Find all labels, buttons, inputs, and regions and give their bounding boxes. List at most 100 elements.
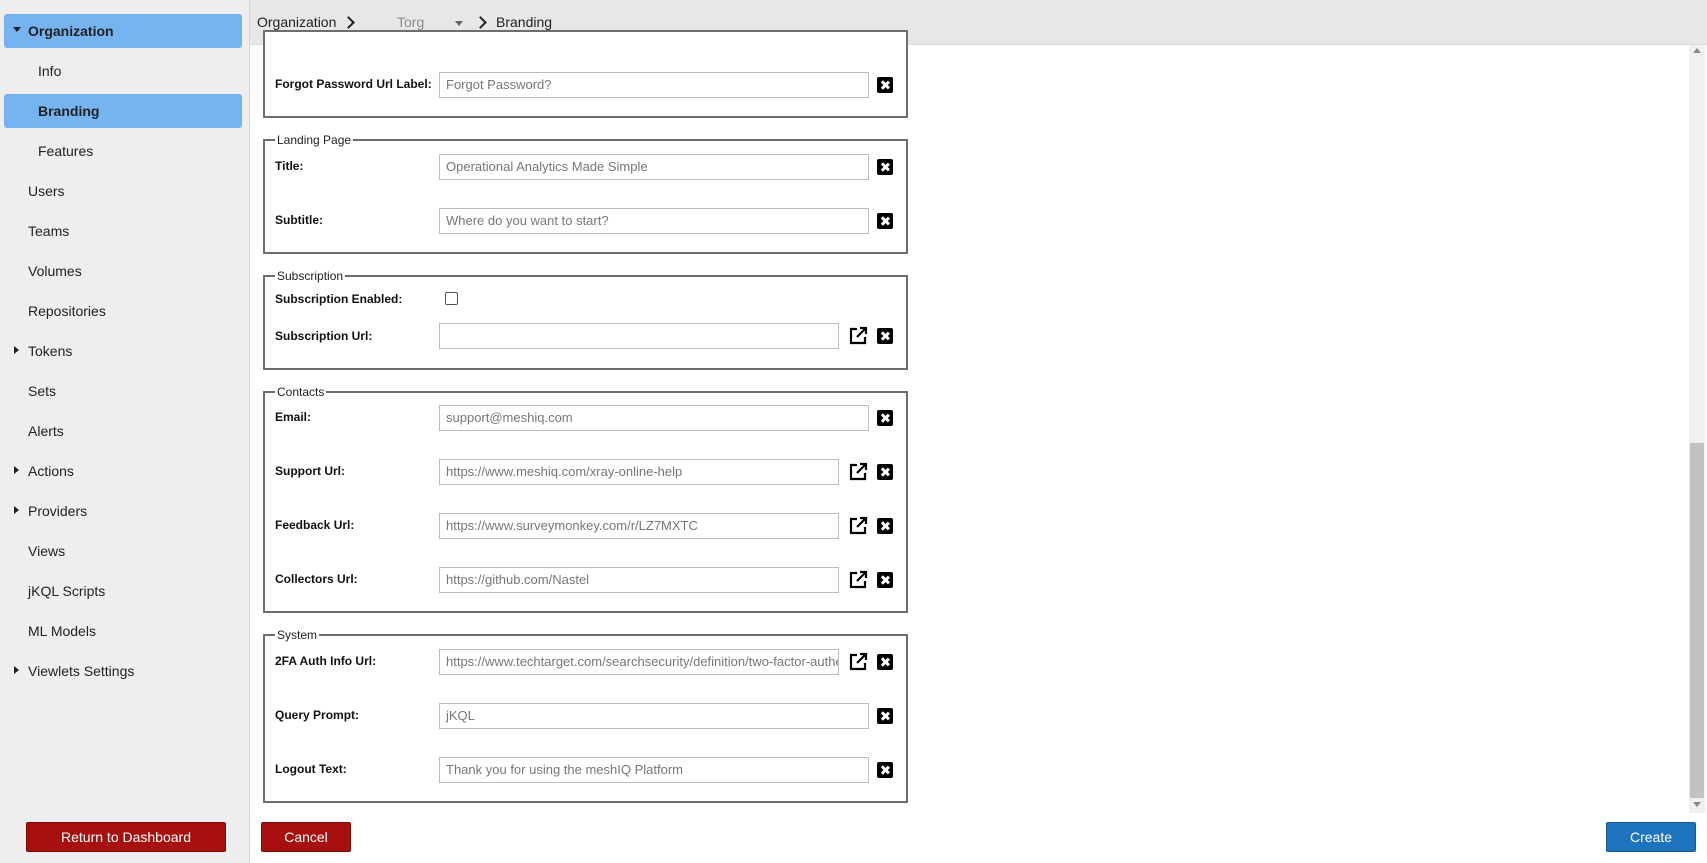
sidebar-item-ml-models[interactable]: ML Models: [4, 614, 242, 648]
sidebar-item-viewlets-settings[interactable]: Viewlets Settings: [4, 654, 242, 688]
scroll-up-arrow-icon[interactable]: [1693, 48, 1701, 53]
landing-page-legend: Landing Page: [275, 132, 354, 148]
landing-page-fieldset: Landing Page Title: Operational Analytic…: [263, 132, 908, 254]
title-input[interactable]: Operational Analytics Made Simple: [439, 154, 869, 180]
scrollbar-thumb[interactable]: [1690, 443, 1704, 798]
cancel-button[interactable]: Cancel: [261, 822, 351, 852]
clear-icon[interactable]: [877, 654, 893, 670]
clear-icon[interactable]: [877, 464, 893, 480]
sidebar-item-label: Organization: [28, 23, 114, 39]
sidebar-item-volumes[interactable]: Volumes: [4, 254, 242, 288]
feedback-url-input[interactable]: https://www.surveymonkey.com/r/LZ7MXTC: [439, 513, 839, 539]
support-url-input[interactable]: https://www.meshiq.com/xray-online-help: [439, 459, 839, 485]
subtitle-input[interactable]: Where do you want to start?: [439, 208, 869, 234]
sidebar-item-label: ML Models: [28, 623, 96, 639]
sidebar-item-branding[interactable]: Branding: [4, 94, 242, 128]
chevron-right-icon: [14, 506, 19, 514]
sidebar-item-label: Repositories: [28, 303, 106, 319]
sidebar-item-label: Teams: [28, 223, 70, 239]
clear-icon[interactable]: [877, 77, 893, 93]
logout-text-input[interactable]: Thank you for using the meshIQ Platform: [439, 757, 869, 783]
sidebar-item-label: Views: [28, 543, 66, 559]
forgot-password-label: Forgot Password Url Label:: [275, 77, 432, 91]
subscription-url-label: Subscription Url:: [275, 329, 373, 343]
subscription-enabled-label: Subscription Enabled:: [275, 292, 403, 306]
feedback-url-label: Feedback Url:: [275, 518, 355, 532]
system-fieldset: System 2FA Auth Info Url: https://www.te…: [263, 627, 908, 803]
create-button[interactable]: Create: [1606, 822, 1696, 852]
sidebar-item-organization[interactable]: Organization: [4, 14, 242, 48]
sidebar-item-views[interactable]: Views: [4, 534, 242, 568]
email-label: Email:: [275, 410, 312, 424]
external-link-icon[interactable]: [847, 569, 869, 591]
clear-icon[interactable]: [877, 518, 893, 534]
clear-icon[interactable]: [877, 159, 893, 175]
sidebar-item-repositories[interactable]: Repositories: [4, 294, 242, 328]
subtitle-label: Subtitle:: [275, 213, 323, 227]
logout-text-label: Logout Text:: [275, 762, 347, 776]
sidebar: Organization Info Branding Features User…: [0, 0, 250, 863]
contacts-legend: Contacts: [275, 384, 327, 400]
sidebar-item-info[interactable]: Info: [4, 54, 242, 88]
chevron-right-icon: [14, 466, 19, 474]
sidebar-item-label: Features: [38, 143, 94, 159]
subscription-enabled-checkbox[interactable]: [445, 292, 458, 305]
clear-icon[interactable]: [877, 213, 893, 229]
sidebar-item-label: Users: [28, 183, 65, 199]
chevron-down-icon: [13, 27, 21, 32]
sidebar-item-label: Branding: [38, 103, 100, 119]
contacts-fieldset: Contacts Email: support@meshiq.com Suppo…: [263, 384, 908, 613]
clear-icon[interactable]: [877, 410, 893, 426]
chevron-right-icon: [474, 16, 487, 29]
sidebar-item-label: Actions: [28, 463, 74, 479]
return-to-dashboard-button[interactable]: Return to Dashboard: [26, 822, 226, 852]
sidebar-item-actions[interactable]: Actions: [4, 454, 242, 488]
breadcrumb-current: Branding: [496, 14, 553, 30]
dropdown-arrow-icon[interactable]: [455, 21, 463, 26]
email-field[interactable]: support@meshiq.com: [439, 405, 869, 431]
twofa-auth-info-url-label: 2FA Auth Info Url:: [275, 654, 377, 668]
sidebar-item-users[interactable]: Users: [4, 174, 242, 208]
sidebar-item-providers[interactable]: Providers: [4, 494, 242, 528]
sidebar-item-teams[interactable]: Teams: [4, 214, 242, 248]
chevron-right-icon: [14, 346, 19, 354]
clear-icon[interactable]: [877, 762, 893, 778]
title-label: Title:: [275, 159, 304, 173]
subscription-url-input[interactable]: [439, 323, 839, 349]
clear-icon[interactable]: [877, 572, 893, 588]
scroll-down-arrow-icon[interactable]: [1693, 802, 1701, 807]
external-link-icon[interactable]: [847, 515, 869, 537]
clear-icon[interactable]: [877, 708, 893, 724]
login-fieldset: Forgot Password Url Label: Forgot Passwo…: [263, 30, 908, 118]
clear-icon[interactable]: [877, 328, 893, 344]
collectors-url-input[interactable]: https://github.com/Nastel: [439, 567, 839, 593]
sidebar-item-label: Info: [38, 63, 62, 79]
query-prompt-label: Query Prompt:: [275, 708, 360, 722]
sidebar-item-label: jKQL Scripts: [28, 583, 106, 599]
sidebar-item-jkql-scripts[interactable]: jKQL Scripts: [4, 574, 242, 608]
support-url-label: Support Url:: [275, 464, 345, 478]
sidebar-item-label: Alerts: [28, 423, 64, 439]
chevron-right-icon: [342, 16, 355, 29]
subscription-fieldset: Subscription Subscription Enabled: Subsc…: [263, 268, 908, 370]
sidebar-item-label: Sets: [28, 383, 57, 399]
forgot-password-url-label-input[interactable]: Forgot Password?: [439, 72, 869, 98]
sidebar-item-label: Providers: [28, 503, 88, 519]
external-link-icon[interactable]: [847, 325, 869, 347]
sidebar-item-sets[interactable]: Sets: [4, 374, 242, 408]
sidebar-item-label: Volumes: [28, 263, 82, 279]
org-selector[interactable]: Torg: [397, 14, 424, 30]
sidebar-item-label: Viewlets Settings: [28, 663, 135, 679]
sidebar-item-label: Tokens: [28, 343, 73, 359]
external-link-icon[interactable]: [847, 461, 869, 483]
subscription-legend: Subscription: [275, 268, 346, 284]
system-legend: System: [275, 627, 320, 643]
external-link-icon[interactable]: [847, 651, 869, 673]
sidebar-item-tokens[interactable]: Tokens: [4, 334, 242, 368]
sidebar-item-alerts[interactable]: Alerts: [4, 414, 242, 448]
twofa-auth-info-url-input[interactable]: https://www.techtarget.com/searchsecurit…: [439, 649, 839, 675]
collectors-url-label: Collectors Url:: [275, 572, 358, 586]
breadcrumb-organization[interactable]: Organization: [257, 14, 336, 30]
query-prompt-input[interactable]: jKQL: [439, 703, 869, 729]
sidebar-item-features[interactable]: Features: [4, 134, 242, 168]
